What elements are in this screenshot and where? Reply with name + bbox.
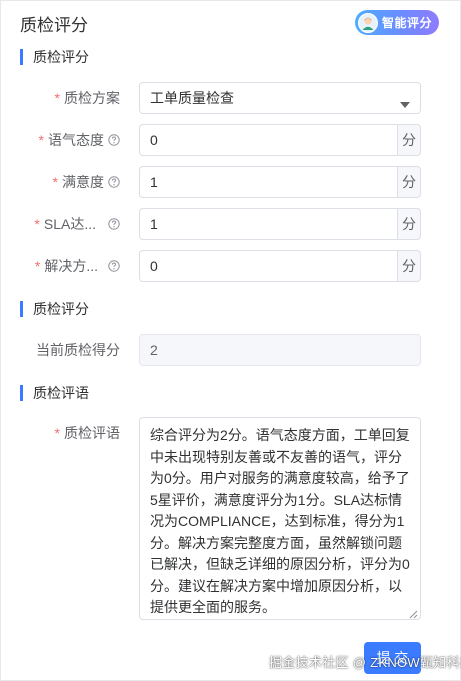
tone-input-group: 分 xyxy=(139,124,421,156)
comment-line: 已解决，但缺乏详细的原因分析，评分为0 xyxy=(150,556,410,572)
plan-label: * 质检方案 xyxy=(55,82,120,114)
comment-line: 为0分。用户对服务的满意度较高，给予了 xyxy=(150,470,410,486)
plan-select[interactable]: 工单质量检查 xyxy=(139,82,421,114)
question-circle-icon[interactable] xyxy=(108,176,120,188)
sla-unit: 分 xyxy=(397,208,421,240)
quality-score-panel: 质检评分 智能评分 质检评分 * 质检方案 工单质量检查 * 语气态度 0 分 … xyxy=(0,0,461,681)
solution-row: * 解决方... 分 xyxy=(1,250,460,282)
satisfaction-row: * 满意度 分 xyxy=(1,166,460,198)
solution-unit: 分 xyxy=(397,250,421,282)
section-title-plan: 质检评分 xyxy=(20,49,89,65)
comment-line: 提供更全面的服务。 xyxy=(150,599,276,615)
section-title-comment: 质检评语 xyxy=(20,385,89,401)
required-mark: * xyxy=(54,90,60,106)
satisfaction-label-text: 满意度 xyxy=(62,174,104,190)
comment-line: 5星评价，满意度评分为1分。SLA达标情 xyxy=(150,491,403,508)
plan-label-text: 质检方案 xyxy=(64,90,120,106)
required-mark: * xyxy=(54,425,60,441)
page-title: 质检评分 xyxy=(20,16,88,35)
required-mark: * xyxy=(34,258,41,274)
plan-select-value: 工单质量检查 xyxy=(150,90,234,106)
comment-label: * 质检评语 xyxy=(55,417,120,449)
caret-down-icon xyxy=(400,95,410,113)
ai-score-button[interactable]: 智能评分 xyxy=(355,10,439,35)
satisfaction-unit: 分 xyxy=(397,166,421,198)
sla-row: * SLA达... 分 xyxy=(1,208,460,240)
tone-row: * 语气态度 分 xyxy=(1,124,460,156)
satisfaction-input-group: 分 xyxy=(139,166,421,198)
tone-unit: 分 xyxy=(397,124,421,156)
sla-label-text: SLA达... xyxy=(43,216,96,232)
comment-textarea[interactable]: 综合评分为2分。语气态度方面，工单回复 中未出现特别友善或不友善的语气，评分 为… xyxy=(139,417,421,620)
comment-label-text: 质检评语 xyxy=(64,425,120,441)
sla-score-input[interactable] xyxy=(139,208,397,240)
watermark-text: 掘金技术社区 @ ZKNOW甄知科技 xyxy=(269,655,461,670)
solution-label-text: 解决方... xyxy=(44,258,98,274)
robot-avatar-icon xyxy=(358,12,378,33)
current-score-label: 当前质检得分 xyxy=(36,342,120,358)
plan-row: * 质检方案 工单质量检查 xyxy=(1,82,460,114)
comment-line: 分。建议在解决方案中增加原因分析，以 xyxy=(150,577,402,594)
question-circle-icon[interactable] xyxy=(108,218,120,230)
question-circle-icon[interactable] xyxy=(108,260,120,272)
required-mark: * xyxy=(34,216,40,232)
comment-line: 况为COMPLIANCE，达到标准，得分为1 xyxy=(150,513,405,529)
solution-score-input[interactable] xyxy=(139,250,397,282)
solution-input-group: 分 xyxy=(139,250,421,282)
sla-input-group: 分 xyxy=(139,208,421,240)
ai-score-button-label: 智能评分 xyxy=(382,16,433,30)
section-title-score: 质检评分 xyxy=(20,301,89,317)
comment-line: 分。解决方案完整度方面，虽然解锁问题 xyxy=(150,534,402,551)
current-score-field: 2 xyxy=(139,334,421,366)
required-mark: * xyxy=(52,174,58,190)
satisfaction-label: * 满意度 xyxy=(53,166,120,198)
satisfaction-score-input[interactable] xyxy=(139,166,397,198)
current-score-row: 当前质检得分 2 xyxy=(1,334,460,366)
panel-header: 质检评分 智能评分 xyxy=(1,1,460,45)
tone-score-input[interactable] xyxy=(139,124,397,156)
tone-label-text: 语气态度 xyxy=(48,132,104,148)
solution-label: * 解决方... xyxy=(35,250,120,282)
sla-label: * SLA达... xyxy=(34,208,120,240)
tone-label: * 语气态度 xyxy=(39,124,120,156)
question-circle-icon[interactable] xyxy=(108,134,120,146)
comment-line: 中未出现特别友善或不友善的语气，评分 xyxy=(150,448,402,465)
resize-handle-icon[interactable] xyxy=(408,606,418,624)
required-mark: * xyxy=(38,132,44,148)
comment-line: 综合评分为2分。语气态度方面，工单回复 xyxy=(150,427,410,443)
